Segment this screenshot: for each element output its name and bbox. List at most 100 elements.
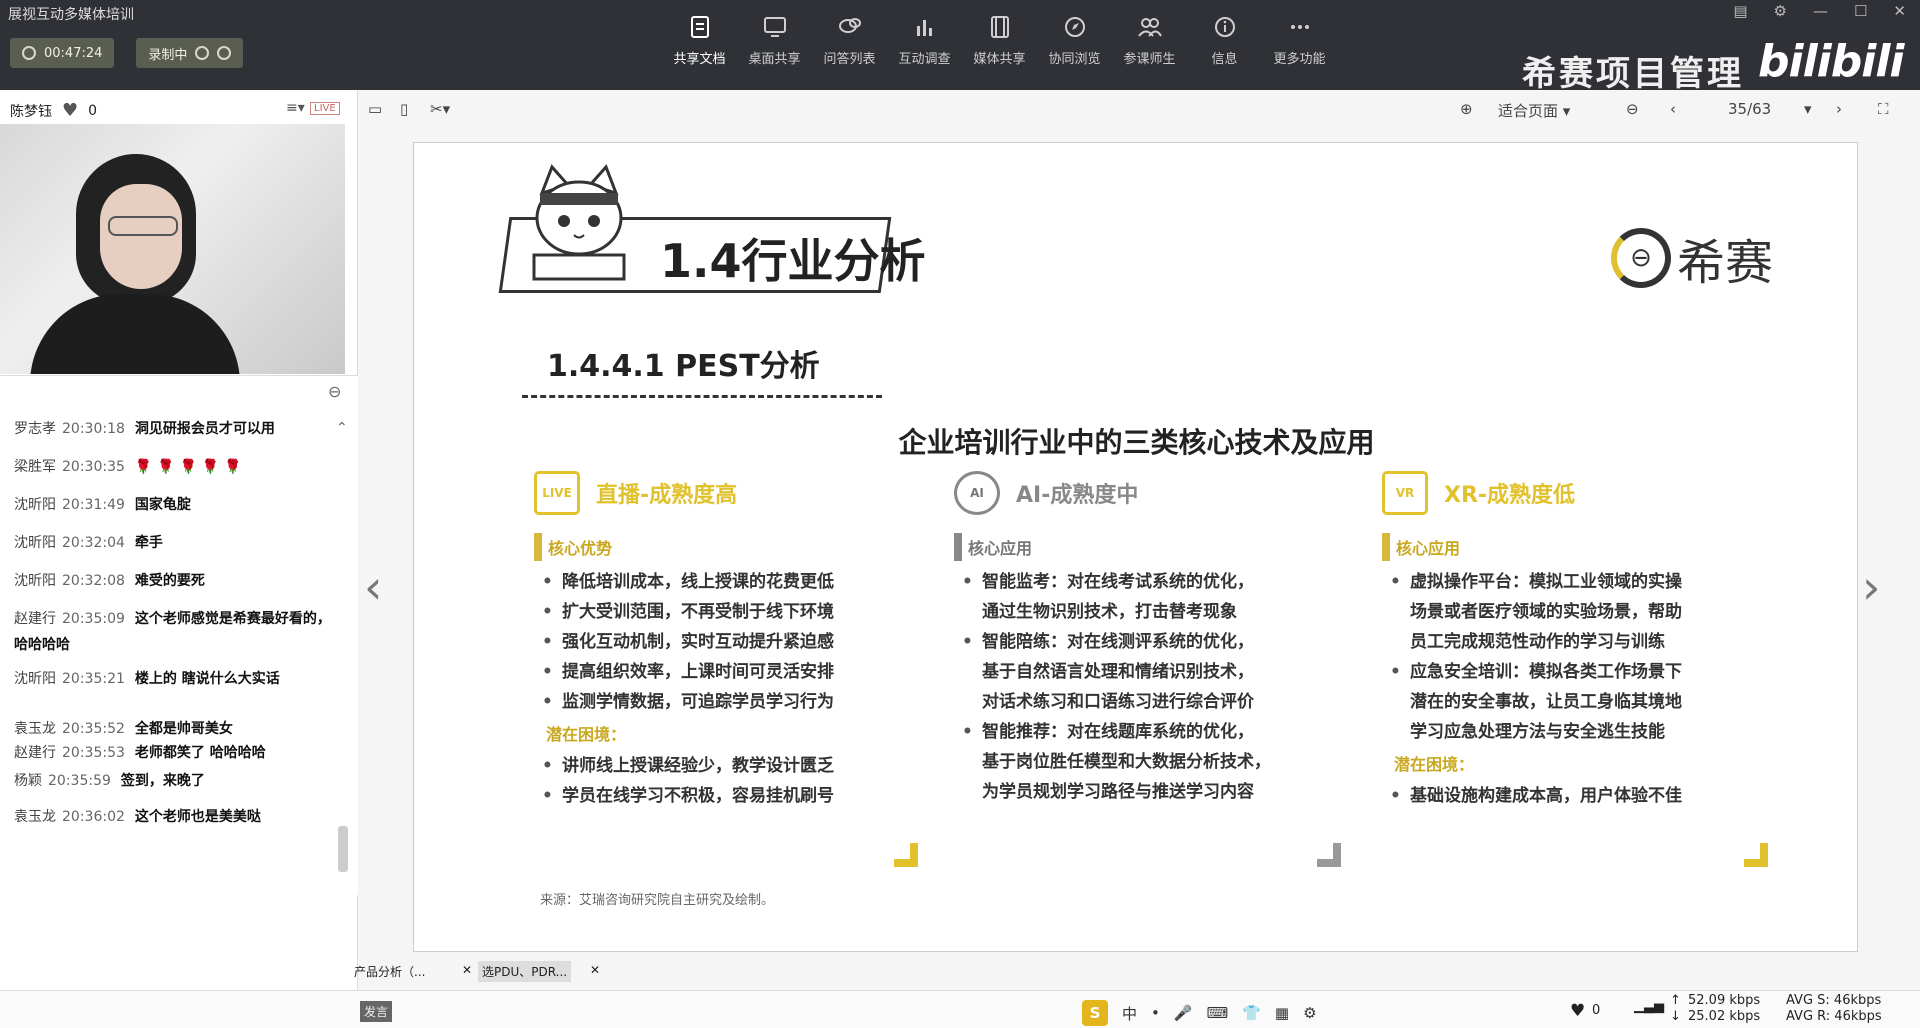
chat-text: 🌹 🌹 🌹 🌹 🌹 [134, 459, 242, 475]
heart-icon[interactable]: ♥ [62, 100, 78, 121]
fullscreen-icon[interactable]: ⛶ [1878, 100, 1889, 118]
file-icon[interactable]: ▯ [400, 100, 408, 118]
punctuation-icon[interactable]: • [1151, 1004, 1160, 1022]
column-items: 智能监考：对在线考试系统的优化， 通过生物识别技术，打击替考现象智能陪练：对在线测… [954, 567, 1344, 807]
chat-time: 20:35:09 [62, 611, 125, 627]
column-icon: VR [1382, 471, 1428, 515]
chat-time: 20:35:21 [62, 671, 125, 687]
column-tag: 核心应用 [1382, 533, 1466, 561]
skin-icon[interactable]: 👕 [1242, 1004, 1261, 1022]
minimize-icon[interactable]: — [1813, 2, 1828, 20]
chat-text: 签到，来晚了 [120, 773, 205, 789]
upload-rate: 52.09 kbps [1688, 993, 1761, 1008]
column-item: 智能监考：对在线考试系统的优化， [954, 567, 1344, 597]
chat-message: 杨颖 20:35:59 签到，来晚了 [14, 768, 334, 794]
logo-mark-icon: ⊖ [1611, 228, 1671, 288]
pause-icon[interactable] [195, 46, 210, 60]
cat-mascot-icon [532, 164, 626, 281]
risk-item: 讲师线上授课经验少，教学设计匮乏 [534, 751, 924, 781]
prev-page-icon[interactable]: ‹ [1670, 100, 1676, 118]
chat-log: ⊖ ⌃ ⌄ 罗志孝20:30:18洞见研报会员才可以用梁胜军20:30:35🌹 … [0, 375, 358, 895]
chat-time: 20:31:49 [62, 497, 125, 513]
close-icon[interactable]: ✕ [586, 961, 604, 979]
toolbar-button[interactable]: 媒体共享 [962, 14, 1037, 78]
toolbox-icon[interactable]: ▦ [1275, 1004, 1289, 1022]
close-icon[interactable]: ✕ [1893, 2, 1906, 20]
collapse-icon[interactable]: ⊖ [328, 382, 341, 401]
zoom-in-icon[interactable]: ⊕ [1460, 100, 1473, 118]
page-indicator[interactable]: 35/63 [1728, 100, 1771, 118]
ime-settings-icon[interactable]: ⚙ [1303, 1004, 1316, 1022]
toolbar-label: 信息 [1211, 52, 1238, 67]
top-bar: 展视互动多媒体培训 00:47:24 录制中 共享文档 桌面共享 问答列表 互动调查 媒… [0, 0, 1920, 94]
chat-sender: 沈昕阳 [14, 497, 56, 513]
layout-icon[interactable]: ▤ [1733, 2, 1747, 20]
compass-icon [1064, 17, 1085, 37]
heart-icon[interactable]: ♥ [1570, 1001, 1585, 1021]
toolbar-label: 问答列表 [823, 52, 876, 67]
column-item: 学习应急处理方法与安全逃生技能 [1410, 722, 1665, 742]
scroll-up-icon[interactable]: ⌃ [336, 420, 348, 436]
next-page-icon[interactable]: › [1836, 100, 1842, 118]
column-item: 场景或者医疗领域的实验场景，帮助 [1410, 602, 1682, 622]
toolbar-button[interactable]: 更多功能 [1262, 14, 1337, 78]
doc-tab[interactable]: 产品分析（... [350, 961, 429, 982]
toolbar-button[interactable]: 协同浏览 [1037, 14, 1112, 78]
chat-text: 老师都笑了 哈哈哈哈 [134, 745, 266, 761]
fit-select[interactable]: 适合页面 ▾ [1498, 100, 1570, 121]
doc-tab[interactable]: 选PDU、PDR... [478, 961, 572, 982]
toolbar-button[interactable]: 互动调查 [887, 14, 962, 78]
chat-message: 沈昕阳 20:35:21 楼上的 瞎说什么大实话 [14, 666, 334, 692]
sogou-ime-icon[interactable]: S [1082, 1000, 1108, 1026]
risk-item: 基础设施构建成本高，用户体验不佳 [1382, 781, 1772, 811]
column-item: 对话术练习和口语练习进行综合评价 [982, 692, 1254, 712]
record-label: 录制中 [148, 47, 188, 63]
chat-time: 20:35:59 [48, 773, 111, 789]
open-folder-icon[interactable]: ▭ [368, 100, 382, 118]
record-pill[interactable]: 录制中 [136, 38, 244, 68]
ime-mode[interactable]: 中 [1122, 1003, 1137, 1024]
toolbar-button[interactable]: 信息 [1187, 14, 1262, 78]
toolbar-button[interactable]: 桌面共享 [737, 14, 812, 78]
chat-sender: 沈昕阳 [14, 671, 56, 687]
next-slide-arrow[interactable]: › [1862, 560, 1880, 614]
column-header: VR XR-成熟度低 [1382, 463, 1772, 523]
send-button[interactable]: 发言 [360, 1001, 393, 1022]
media-share-icon [990, 16, 1009, 38]
toolbar-button[interactable]: 共享文档 [662, 14, 737, 78]
chat-message: 沈昕阳 20:31:49 国家龟腚 [14, 492, 334, 518]
company-logo: ⊖ 希赛 [1611, 223, 1773, 293]
column-item: 应急安全培训：模拟各类工作场景下 [1382, 657, 1772, 687]
left-panel: 陈梦钰 ♥ 0 ≡▾ LIVE ⊖ ⌃ ⌄ 罗志孝20:30:18洞见研报会员才… [0, 90, 358, 1028]
column-items: 降低培训成本，线上授课的花费更低扩大受训范围，不再受制于线下环境强化互动机制，实… [534, 567, 924, 717]
toolbar-label: 协同浏览 [1048, 52, 1101, 67]
prev-slide-arrow[interactable]: ‹ [364, 560, 382, 614]
column-item: 强化互动机制，实时互动提升紧迫感 [534, 627, 924, 657]
column-item: 虚拟操作平台：模拟工业领域的实操 [1382, 567, 1772, 597]
presenter-video [0, 124, 345, 374]
chat-sender: 杨颖 [14, 773, 42, 789]
toolbar-button[interactable]: 参课师生 [1112, 14, 1187, 78]
tech-column: VR XR-成熟度低核心应用虚拟操作平台：模拟工业领域的实操场景或者医疗领域的实验… [1382, 463, 1772, 811]
risk-item: 学员在线学习不积极，容易挂机刷号 [534, 781, 924, 811]
stop-icon[interactable] [217, 46, 232, 60]
keyboard-icon[interactable]: ⌨ [1207, 1004, 1229, 1022]
chat-text: 难受的要死 [134, 573, 205, 589]
toolbar-button[interactable]: 问答列表 [812, 14, 887, 78]
page-dropdown-icon[interactable]: ▾ [1804, 100, 1812, 118]
chat-scrollbar[interactable] [338, 826, 348, 872]
settings-icon[interactable]: ⚙ [1774, 2, 1787, 20]
chat-message: 梁胜军 20:30:35 🌹 🌹 🌹 🌹 🌹 [14, 454, 334, 480]
maximize-icon[interactable]: ☐ [1854, 2, 1867, 20]
ime-toolbar: S 中 • 🎤 ⌨ 👕 ▦ ⚙ [1082, 1000, 1317, 1026]
toolbar-label: 参课师生 [1123, 52, 1176, 67]
scissors-icon[interactable]: ✂▾ [430, 100, 450, 118]
chat-time: 20:36:02 [62, 809, 125, 825]
close-icon[interactable]: ✕ [458, 961, 476, 979]
brand-watermark: 希赛项目管理 [1522, 54, 1744, 94]
menu-icon[interactable]: ≡▾ [286, 100, 305, 116]
microphone-icon[interactable]: 🎤 [1174, 1004, 1193, 1022]
zoom-out-icon[interactable]: ⊖ [1626, 100, 1639, 118]
info-icon [1214, 17, 1235, 37]
chat-message: 罗志孝 20:30:18 洞见研报会员才可以用 [14, 416, 334, 442]
